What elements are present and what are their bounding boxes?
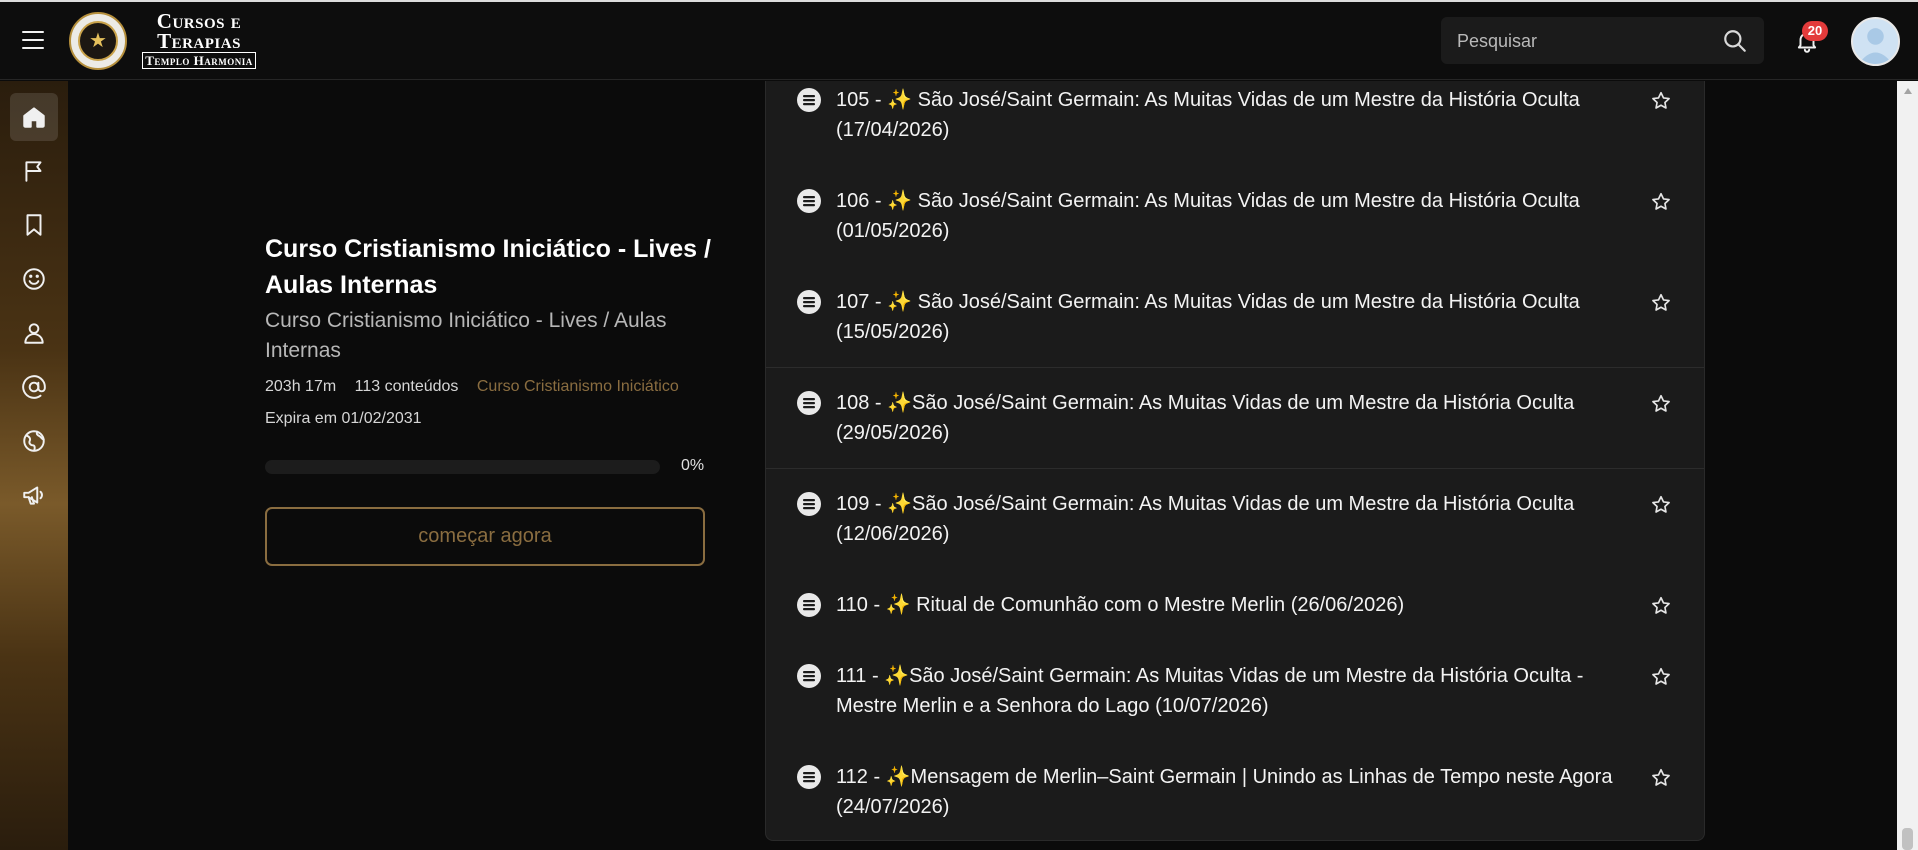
search-icon[interactable] (1722, 28, 1748, 54)
sidebar-item-mentions[interactable] (10, 363, 58, 411)
flag-icon (25, 161, 42, 182)
course-category-link[interactable]: Curso Cristianismo Iniciático (477, 378, 679, 395)
lesson-list: 105 - ✨ São José/Saint Germain: As Muita… (765, 81, 1705, 841)
star-icon[interactable] (1650, 90, 1672, 112)
scroll-thumb[interactable] (1902, 828, 1913, 850)
logo-emblem[interactable]: ★ (69, 12, 127, 70)
scroll-up-arrow-icon[interactable] (1904, 88, 1912, 94)
progress-bar (265, 460, 660, 474)
menu-icon[interactable] (22, 31, 44, 49)
text-lesson-icon (797, 391, 821, 415)
page-scrollbar[interactable] (1897, 81, 1918, 850)
text-lesson-icon (797, 593, 821, 617)
text-lesson-icon (797, 664, 821, 688)
text-lesson-icon (797, 88, 821, 112)
course-duration: 203h 17m (265, 378, 337, 395)
search-box (1441, 17, 1764, 66)
star-icon[interactable] (1650, 191, 1672, 213)
sidebar-item-flag[interactable] (10, 147, 58, 195)
lesson-title: 111 - ✨São José/Saint Germain: As Muitas… (836, 665, 1584, 717)
star-icon[interactable] (1650, 595, 1672, 617)
user-icon (24, 323, 44, 344)
logo-wordmark[interactable]: Cursos e Terapias Templo Harmonia (128, 11, 270, 70)
star-icon[interactable] (1650, 767, 1672, 789)
star-icon[interactable] (1650, 292, 1672, 314)
user-avatar-icon (1858, 28, 1893, 64)
text-lesson-icon (797, 189, 821, 213)
avatar[interactable] (1851, 17, 1900, 66)
globe-icon (23, 430, 45, 452)
sidebar-item-profile[interactable] (10, 309, 58, 357)
logo-line-3: Templo Harmonia (142, 52, 256, 69)
course-content-count: 113 conteúdos (354, 378, 459, 395)
sidebar-item-home[interactable] (10, 93, 58, 141)
star-icon[interactable] (1650, 393, 1672, 415)
notification-badge: 20 (1802, 21, 1828, 41)
logo-line-1: Cursos e (156, 9, 242, 33)
course-subtitle: Curso Cristianismo Iniciático - Lives / … (265, 309, 667, 362)
course-meta: 203h 17m 113 conteúdos Curso Cristianism… (265, 378, 693, 396)
star-icon[interactable] (1650, 666, 1672, 688)
lesson-title: 106 - ✨ São José/Saint Germain: As Muita… (836, 190, 1580, 242)
lesson-title: 109 - ✨São José/Saint Germain: As Muitas… (836, 493, 1575, 545)
progress-percent: 0% (681, 457, 705, 474)
search-input[interactable] (1455, 17, 1709, 66)
logo-line-2: Terapias (157, 29, 241, 53)
top-bar: ★ Cursos e Terapias Templo Harmonia 20 (0, 0, 1918, 80)
lesson-title: 105 - ✨ São José/Saint Germain: As Muita… (836, 89, 1580, 141)
lesson-title: 112 - ✨Mensagem de Merlin–Saint Germain … (836, 766, 1613, 818)
start-now-button[interactable]: começar agora (265, 507, 705, 566)
home-icon (23, 107, 45, 128)
sidebar-item-smile[interactable] (10, 255, 58, 303)
sidebar (0, 81, 68, 850)
text-lesson-icon (797, 492, 821, 516)
course-expiry: Expira em 01/02/2031 (265, 410, 422, 427)
bookmark-icon (26, 214, 42, 236)
star-icon: ★ (78, 21, 118, 61)
divider (766, 468, 1704, 469)
sidebar-item-bookmark[interactable] (10, 201, 58, 249)
sidebar-item-announcements[interactable] (10, 471, 58, 519)
sidebar-item-explore[interactable] (10, 417, 58, 465)
divider (766, 367, 1704, 368)
megaphone-icon (23, 486, 43, 505)
course-title: Curso Cristianismo Iniciático - Lives / … (265, 235, 711, 299)
lesson-title: 108 - ✨São José/Saint Germain: As Muitas… (836, 392, 1575, 444)
text-lesson-icon (797, 290, 821, 314)
at-icon (22, 375, 46, 399)
lesson-title: 110 - ✨ Ritual de Comunhão com o Mestre … (836, 594, 1405, 616)
star-icon[interactable] (1650, 494, 1672, 516)
text-lesson-icon (797, 765, 821, 789)
smile-icon (23, 268, 45, 290)
lesson-title: 107 - ✨ São José/Saint Germain: As Muita… (836, 291, 1580, 343)
